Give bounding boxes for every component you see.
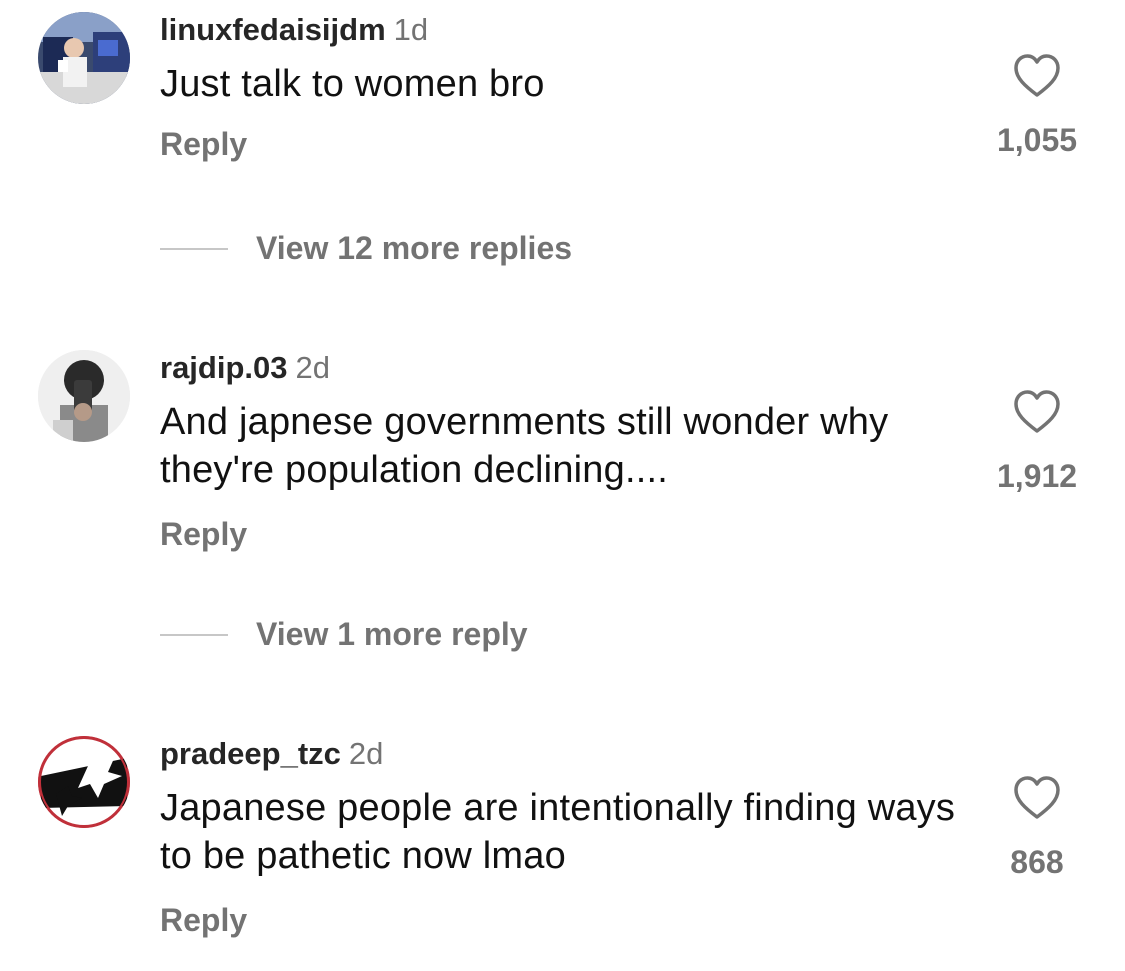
comment-body: pradeep_tzc 2d Japanese people are intent… [160,736,960,938]
avatar[interactable] [38,736,130,828]
view-replies-button[interactable]: View 12 more replies [160,230,572,267]
comment-text: And japnese governments still wonder why… [160,401,889,491]
like-count: 1,055 [996,122,1078,158]
reply-button[interactable]: Reply [160,902,960,938]
comment-header: pradeep_tzc 2d [160,736,960,772]
comment-body: linuxfedaisijdm 1d Just talk to women bro… [160,12,960,162]
avatar[interactable] [38,350,130,442]
comment-body: rajdip.03 2d And japnese governments stil… [160,350,960,552]
username[interactable]: linuxfedaisijdm [160,12,386,47]
heart-outline-icon[interactable] [1013,390,1061,434]
like-count: 868 [1010,844,1064,880]
timestamp: 2d [348,736,384,771]
divider-line [160,633,228,636]
like-group: 1,912 [987,390,1087,495]
view-replies-label: View 1 more reply [256,616,528,652]
view-replies-button[interactable]: View 1 more reply [160,616,528,653]
heart-outline-icon[interactable] [1013,54,1061,98]
view-replies-label: View 12 more replies [256,230,573,266]
like-count: 1,912 [996,458,1078,494]
like-group: 868 [987,776,1087,881]
comment-text: Japanese people are intentionally findin… [160,787,956,877]
comment-header: rajdip.03 2d [160,350,960,386]
username[interactable]: rajdip.03 [160,350,288,385]
comment-text: Just talk to women bro [160,63,545,105]
reply-button[interactable]: Reply [160,126,960,162]
reply-button[interactable]: Reply [160,516,960,552]
comment-header: linuxfedaisijdm 1d [160,12,960,48]
avatar[interactable] [38,12,130,104]
username[interactable]: pradeep_tzc [160,736,341,771]
divider-line [160,247,228,250]
timestamp: 2d [295,350,330,385]
heart-outline-icon[interactable] [1013,776,1061,820]
timestamp: 1d [393,12,429,47]
like-group: 1,055 [987,54,1087,159]
